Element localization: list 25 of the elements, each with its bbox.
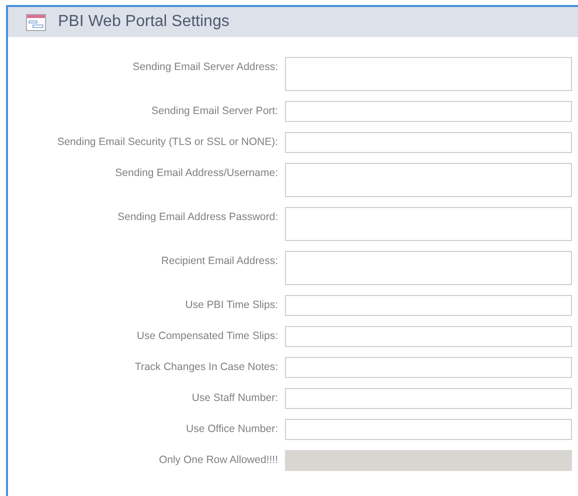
field-label: Use Office Number: — [186, 422, 278, 435]
field-label: Use Compensated Time Slips: — [136, 329, 278, 342]
field-label: Sending Email Address Password: — [118, 210, 278, 223]
text-field[interactable] — [285, 101, 572, 122]
text-field[interactable] — [285, 251, 572, 285]
window-title: PBI Web Portal Settings — [58, 13, 230, 31]
field-label: Sending Email Address/Username: — [115, 166, 278, 179]
field-label: Use Staff Number: — [192, 391, 278, 404]
field-label: Only One Row Allowed!!!! — [158, 453, 278, 466]
field-label: Track Changes In Case Notes: — [134, 360, 278, 373]
text-field[interactable] — [285, 295, 572, 316]
text-field[interactable] — [285, 132, 572, 153]
field-label: Sending Email Server Port: — [151, 104, 278, 117]
text-field[interactable] — [285, 388, 572, 409]
text-field[interactable] — [285, 207, 572, 241]
text-field[interactable] — [285, 357, 572, 378]
field-label: Sending Email Security (TLS or SSL or NONE): — [57, 135, 278, 148]
text-field[interactable] — [285, 419, 572, 440]
form-icon — [26, 14, 46, 30]
field-label: Use PBI Time Slips: — [185, 298, 278, 311]
field-label: Recipient Email Address: — [161, 254, 278, 267]
text-field[interactable] — [285, 57, 572, 91]
text-field[interactable] — [285, 163, 572, 197]
text-field[interactable] — [285, 326, 572, 347]
field-label: Sending Email Server Address: — [132, 60, 278, 73]
